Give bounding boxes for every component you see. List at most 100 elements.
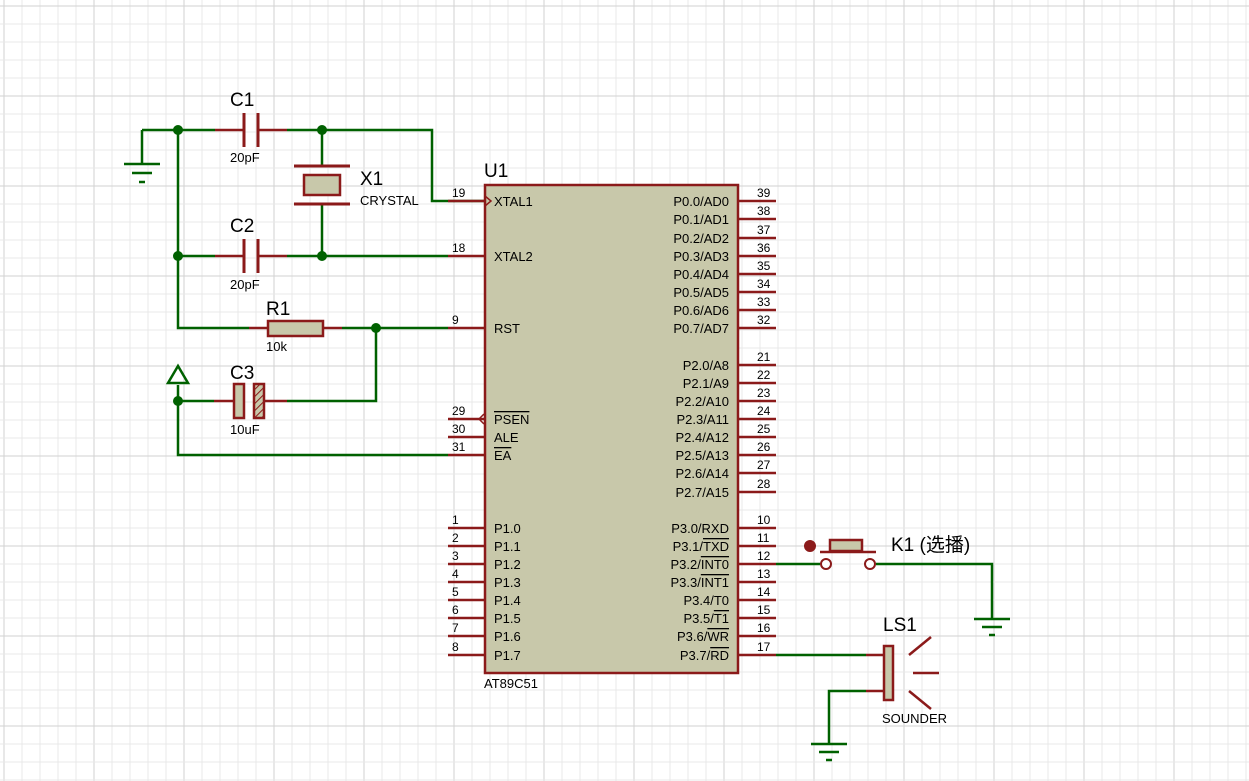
x1-value: CRYSTAL xyxy=(360,193,419,208)
u1-pin-label: P2.2/A10 xyxy=(676,394,730,409)
u1-pin-number: 4 xyxy=(452,567,459,581)
u1-pin-number: 29 xyxy=(452,404,466,418)
junction-dot xyxy=(371,323,381,333)
u1-pin-label: P0.6/AD6 xyxy=(673,303,729,318)
u1-pin-label: P1.5 xyxy=(494,611,521,626)
u1-pin-number: 18 xyxy=(452,241,466,255)
u1-pin-number: 9 xyxy=(452,313,459,327)
u1-pin-number: 35 xyxy=(757,259,771,273)
ls1-value: SOUNDER xyxy=(882,711,947,726)
chip-u1[interactable]: U1 AT89C51 19XTAL118XTAL29RST29PSEN30ALE… xyxy=(448,161,776,691)
junction-dot xyxy=(173,251,183,261)
u1-pin-number: 21 xyxy=(757,350,771,364)
u1-pin-number: 11 xyxy=(757,531,770,545)
u1-pin-number: 10 xyxy=(757,513,771,527)
c3-value: 10uF xyxy=(230,422,260,437)
junction-dot xyxy=(317,251,327,261)
u1-pin-label: P0.0/AD0 xyxy=(673,194,729,209)
wire-k1-gnd[interactable] xyxy=(876,562,994,618)
capacitor-c1[interactable]: C1 20pF xyxy=(215,90,287,165)
junction-dot xyxy=(173,396,183,406)
u1-pin-number: 34 xyxy=(757,277,771,291)
u1-pin-number: 26 xyxy=(757,440,771,454)
wire-ls1-gnd[interactable] xyxy=(827,689,866,743)
u1-pin-number: 37 xyxy=(757,223,771,237)
u1-pin-label: P2.3/A11 xyxy=(676,412,729,427)
u1-pin-label: PSEN xyxy=(494,412,529,427)
u1-pin-number: 13 xyxy=(757,567,771,581)
r1-ref: R1 xyxy=(266,299,290,320)
u1-pin-number: 1 xyxy=(452,513,459,527)
junction-dot xyxy=(317,125,327,135)
u1-pin-number: 24 xyxy=(757,404,771,418)
u1-pin-number: 12 xyxy=(757,549,771,563)
k1-actuator-dot[interactable] xyxy=(804,540,816,552)
power-terminal[interactable] xyxy=(165,363,191,385)
u1-pin-number: 38 xyxy=(757,204,771,218)
u1-pin-number: 5 xyxy=(452,585,459,599)
u1-pin-number: 30 xyxy=(452,422,466,436)
schematic-canvas[interactable]: C1 20pF C2 20pF X1 CRYSTAL R1 10k C3 10u… xyxy=(0,0,1249,781)
r1-value: 10k xyxy=(266,339,287,354)
u1-pin-number: 31 xyxy=(452,440,466,454)
u1-pin-label: P2.5/A13 xyxy=(676,448,730,463)
u1-pin-number: 14 xyxy=(757,585,771,599)
c2-value: 20pF xyxy=(230,277,260,292)
u1-pin-number: 33 xyxy=(757,295,771,309)
u1-pin-label: P2.1/A9 xyxy=(683,376,729,391)
u1-pin-label: P3.6/WR xyxy=(677,629,729,644)
u1-value: AT89C51 xyxy=(484,676,538,691)
u1-pin-label: P2.0/A8 xyxy=(683,358,729,373)
u1-pin-label: P0.5/AD5 xyxy=(673,285,729,300)
u1-pin-label: P3.7/RD xyxy=(680,648,729,663)
u1-pin-label: P3.3/INT1 xyxy=(670,575,729,590)
u1-pin-number: 17 xyxy=(757,640,771,654)
u1-pin-number: 22 xyxy=(757,368,771,382)
u1-pin-number: 2 xyxy=(452,531,459,545)
u1-pin-number: 16 xyxy=(757,621,771,635)
u1-pin-label: P0.3/AD3 xyxy=(673,249,729,264)
u1-pin-label: P1.2 xyxy=(494,557,521,572)
sounder-ls1[interactable]: LS1 SOUNDER xyxy=(866,615,947,726)
u1-pin-number: 7 xyxy=(452,621,459,635)
u1-pin-label: P3.0/RXD xyxy=(671,521,729,536)
u1-pin-number: 3 xyxy=(452,549,459,563)
ground-symbol[interactable] xyxy=(124,162,160,184)
u1-pin-number: 32 xyxy=(757,313,771,327)
ground-symbol[interactable] xyxy=(974,617,1010,637)
k1-ref: K1 (选播) xyxy=(891,534,970,556)
u1-pin-label: EA xyxy=(494,448,512,463)
u1-pin-number: 25 xyxy=(757,422,771,436)
u1-pin-label: P3.5/T1 xyxy=(683,611,729,626)
u1-pin-label: P3.2/INT0 xyxy=(670,557,729,572)
u1-pin-label: P1.7 xyxy=(494,648,521,663)
u1-pin-label: P2.4/A12 xyxy=(676,430,730,445)
u1-pin-label: P0.2/AD2 xyxy=(673,231,729,246)
u1-ref: U1 xyxy=(484,161,508,182)
ls1-ref: LS1 xyxy=(883,615,917,636)
u1-pin-label: P3.4/T0 xyxy=(683,593,729,608)
u1-pin-number: 39 xyxy=(757,186,771,200)
u1-pin-label: P3.1/TXD xyxy=(673,539,729,554)
c1-value: 20pF xyxy=(230,150,260,165)
u1-pin-label: P1.6 xyxy=(494,629,521,644)
wire-rst-c3[interactable] xyxy=(287,328,378,403)
u1-pin-label: RST xyxy=(494,321,520,336)
u1-pin-label: XTAL2 xyxy=(494,249,533,264)
u1-pin-label: P1.4 xyxy=(494,593,521,608)
c3-ref: C3 xyxy=(230,363,254,384)
u1-pin-label: P2.6/A14 xyxy=(676,466,730,481)
c1-ref: C1 xyxy=(230,90,254,111)
capacitor-c2[interactable]: C2 20pF xyxy=(215,216,287,292)
ground-symbol[interactable] xyxy=(811,742,847,762)
capacitor-c3[interactable]: C3 10uF xyxy=(214,363,287,437)
u1-pin-label: P1.3 xyxy=(494,575,521,590)
u1-pin-number: 19 xyxy=(452,186,466,200)
junction-dot xyxy=(173,125,183,135)
u1-pin-label: P2.7/A15 xyxy=(676,485,730,500)
u1-pin-number: 15 xyxy=(757,603,771,617)
u1-pin-label: P0.1/AD1 xyxy=(673,212,729,227)
u1-pin-label: ALE xyxy=(494,430,519,445)
u1-pin-number: 27 xyxy=(757,458,771,472)
u1-pin-number: 23 xyxy=(757,386,771,400)
